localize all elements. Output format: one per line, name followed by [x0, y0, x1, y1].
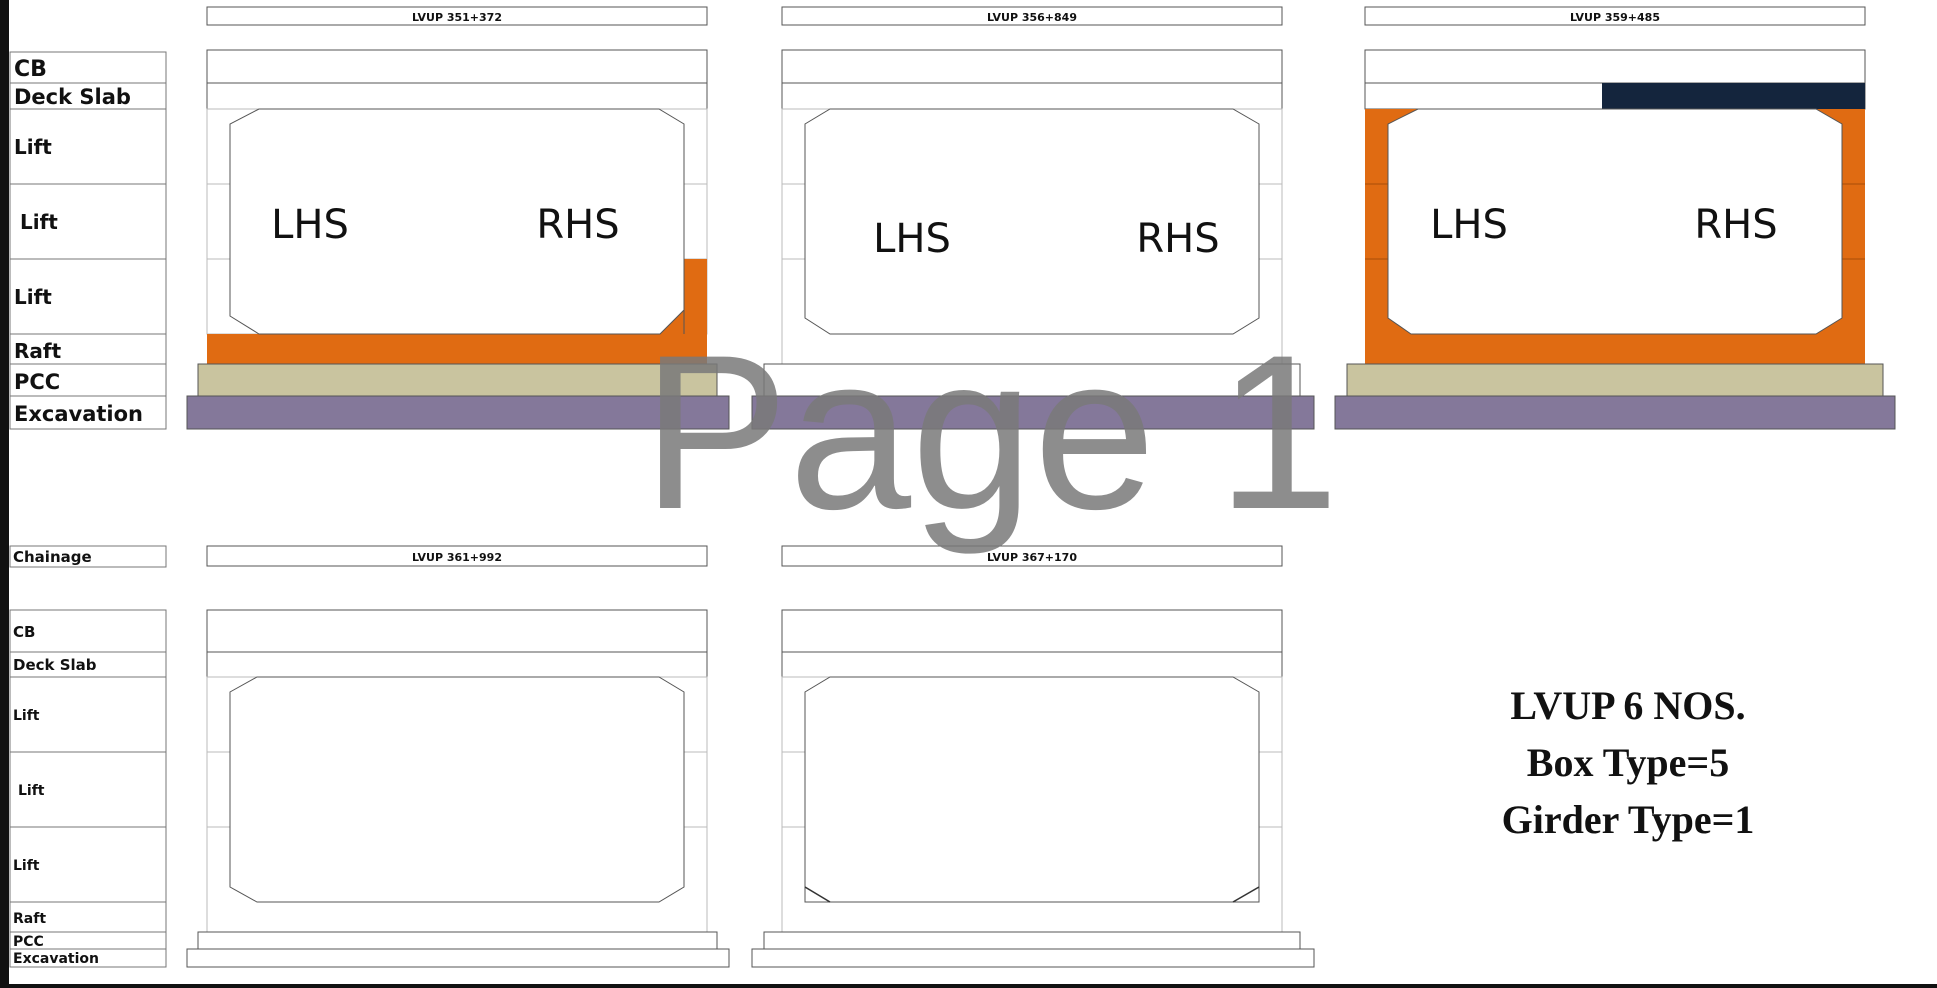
row-label-raft: Raft [14, 339, 62, 363]
deck-slab-progress-3 [1602, 83, 1865, 109]
row-label-lift-3: Lift [14, 135, 52, 159]
cb-layer-3 [1364, 49, 1866, 84]
rhs-label-1: RHS [536, 202, 619, 248]
raft-completed-1 [207, 334, 707, 364]
row-label-deck-slab: Deck Slab [14, 85, 131, 109]
inner-cell-5 [804, 676, 1260, 903]
page-bottom-border [0, 984, 1937, 988]
deck-slab-layer-5 [781, 651, 1283, 678]
row-label-lift-1-bottom: Lift [13, 858, 40, 874]
row-label-pcc-bottom: PCC [13, 934, 44, 950]
summary-count: LVUP 6 NOS. [1510, 683, 1745, 728]
cb-layer-1 [206, 49, 708, 84]
rhs-label-2: RHS [1136, 216, 1219, 262]
cb-layer-4 [206, 609, 708, 653]
summary-block: LVUP 6 NOS. Box Type=5 Girder Type=1 [1502, 683, 1755, 842]
page-watermark: Page 1 [642, 309, 1339, 555]
deck-slab-layer-1 [206, 82, 708, 110]
row-label-raft-bottom: Raft [13, 911, 46, 927]
excavation-layer-3 [1334, 395, 1896, 430]
row-label-deck-slab-bottom: Deck Slab [13, 656, 97, 674]
summary-girder-type: Girder Type=1 [1502, 797, 1755, 842]
lhs-label-1: LHS [271, 202, 349, 248]
row-label-lift-2: Lift [20, 210, 58, 234]
row-label-excavation-bottom: Excavation [13, 951, 99, 967]
summary-box-type: Box Type=5 [1527, 740, 1729, 785]
lhs-label-3: LHS [1430, 202, 1508, 248]
cb-layer-2 [781, 49, 1283, 84]
lhs-label-2: LHS [873, 216, 951, 262]
structure-progress-sheet: CB Deck Slab Lift Lift Lift Raft PCC Exc… [0, 0, 1937, 988]
row-labels-bottom: Chainage CB Deck Slab Lift Lift Lift Raf… [9, 545, 167, 968]
chainage-label-1: LVUP 351+372 [412, 11, 502, 24]
cb-layer-5 [781, 609, 1283, 653]
box-culvert-4: LVUP 361+992 [186, 545, 730, 968]
row-label-cb: CB [14, 57, 47, 82]
row-label-chainage: Chainage [13, 548, 92, 566]
row-label-excavation: Excavation [14, 402, 143, 426]
row-labels-top: CB Deck Slab Lift Lift Lift Raft PCC Exc… [9, 51, 167, 430]
pcc-layer-1 [197, 363, 718, 397]
box-culvert-3: LVUP 359+485 LHS RHS [1334, 6, 1896, 430]
row-label-lift-1: Lift [14, 285, 52, 309]
chainage-label-3: LVUP 359+485 [1570, 11, 1660, 24]
pcc-layer-3 [1346, 363, 1884, 397]
deck-slab-layer-2 [781, 82, 1283, 110]
excavation-layer-5 [751, 948, 1315, 968]
rhs-label-3: RHS [1694, 202, 1777, 248]
row-label-pcc: PCC [14, 370, 60, 394]
row-label-lift-3-bottom: Lift [13, 708, 40, 724]
pcc-layer-5 [763, 931, 1301, 950]
row-label-cb-bottom: CB [13, 623, 35, 641]
box-culvert-5: LVUP 367+170 [751, 545, 1315, 968]
pcc-layer-4 [197, 931, 718, 950]
inner-cell-4 [229, 676, 685, 903]
deck-slab-layer-4 [206, 651, 708, 678]
page-left-border [0, 0, 9, 988]
chainage-label-2: LVUP 356+849 [987, 11, 1077, 24]
row-label-lift-2-bottom: Lift [18, 783, 45, 799]
chainage-label-4: LVUP 361+992 [412, 551, 502, 564]
excavation-layer-4 [186, 948, 730, 968]
